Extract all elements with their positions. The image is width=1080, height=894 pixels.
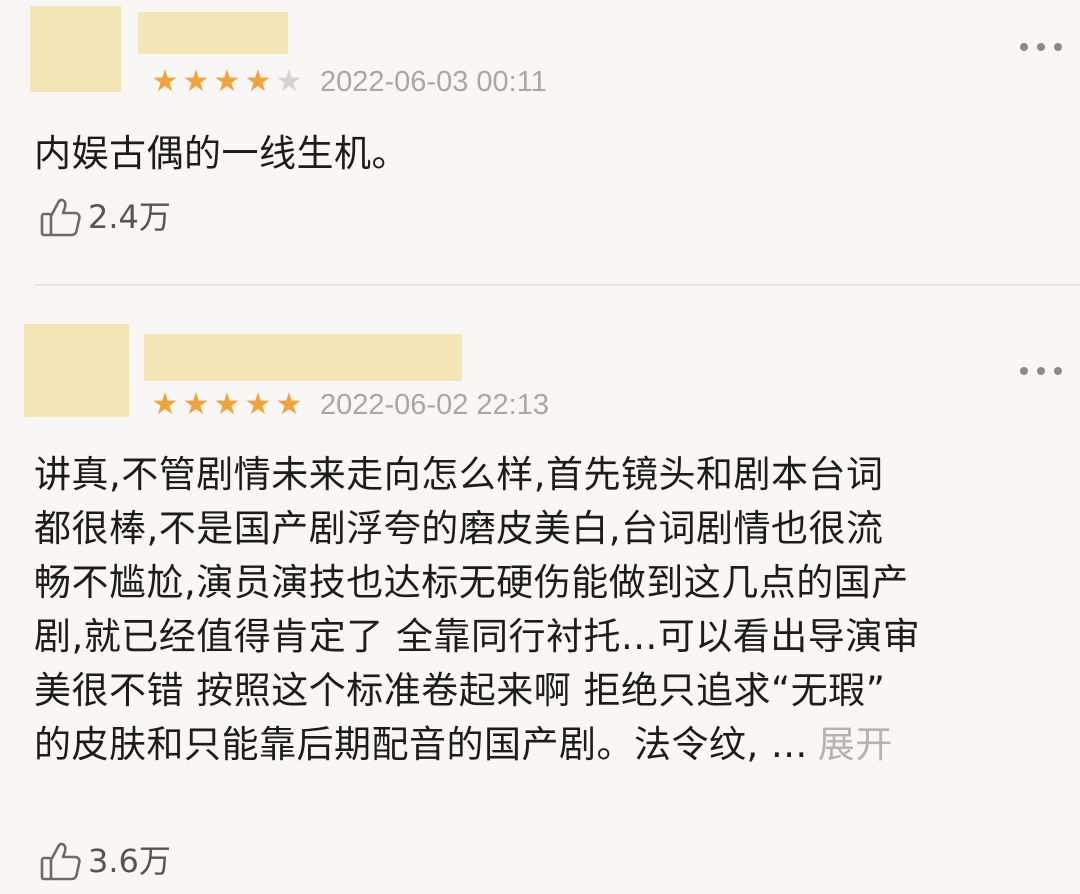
review-card: ★ ★ ★ ★ ★ 2022-06-02 22:13 讲真,不管剧情未来走向怎么样,首先… (0, 286, 1080, 894)
review-text-line-last: 的皮肤和只能靠后期配音的国产剧。法令纹, ... 展开 (34, 718, 1040, 772)
review-text-line: 内娱古偶的一线生机。 (34, 132, 409, 175)
review-text-line: 都很棒,不是国产剧浮夸的磨皮美白,台词剧情也很流 (34, 507, 884, 550)
review-text-line: 的皮肤和只能靠后期配音的国产剧。法令纹, ... (34, 723, 808, 766)
avatar[interactable] (30, 6, 121, 92)
star-empty-icon: ★ (275, 64, 303, 99)
more-dots-icon[interactable] (1020, 42, 1062, 52)
review-text-line: 剧,就已经值得肯定了 全靠同行衬托...可以看出导演审 (34, 615, 921, 658)
star-filled-icon: ★ (182, 387, 210, 422)
review-text-line: 美很不错 按照这个标准卷起来啊 拒绝只追求“无瑕” (34, 669, 886, 712)
star-filled-icon: ★ (151, 64, 179, 99)
avatar[interactable] (24, 324, 129, 417)
review-text: 讲真,不管剧情未来走向怎么样,首先镜头和剧本台词 都很棒,不是国产剧浮夸的磨皮美… (34, 448, 1040, 826)
star-filled-icon: ★ (151, 387, 179, 422)
review-text-line: 讲真,不管剧情未来走向怎么样,首先镜头和剧本台词 (34, 453, 884, 496)
star-filled-icon: ★ (213, 64, 241, 99)
like-count: 2.4万 (88, 198, 171, 236)
like-button[interactable]: 3.6万 (38, 838, 171, 884)
thumbs-up-icon (40, 198, 81, 237)
like-count: 3.6万 (88, 842, 171, 880)
expand-link[interactable]: 展开 (818, 723, 893, 766)
star-filled-icon: ★ (213, 387, 241, 422)
star-filled-icon: ★ (244, 64, 272, 99)
username-redacted[interactable] (138, 12, 288, 54)
username-redacted[interactable] (144, 334, 462, 381)
more-dots-icon[interactable] (1020, 366, 1062, 376)
review-text-line: 畅不尴尬,演员演技也达标无硬伤能做到这几点的国产 (34, 561, 909, 604)
review-text: 内娱古偶的一线生机。 (34, 127, 1040, 181)
thumbs-up-icon (40, 842, 81, 881)
star-rating: ★ ★ ★ ★ ★ (150, 67, 304, 97)
star-filled-icon: ★ (244, 387, 272, 422)
review-card: ★ ★ ★ ★ ★ 2022-06-03 00:11 内娱古偶的一线生机。 2.4万 (0, 0, 1080, 284)
star-filled-icon: ★ (275, 387, 303, 422)
review-date: 2022-06-03 00:11 (320, 66, 547, 98)
review-date: 2022-06-02 22:13 (320, 389, 549, 421)
star-filled-icon: ★ (182, 64, 210, 99)
like-button[interactable]: 2.4万 (38, 194, 171, 240)
star-rating: ★ ★ ★ ★ ★ (150, 390, 304, 420)
